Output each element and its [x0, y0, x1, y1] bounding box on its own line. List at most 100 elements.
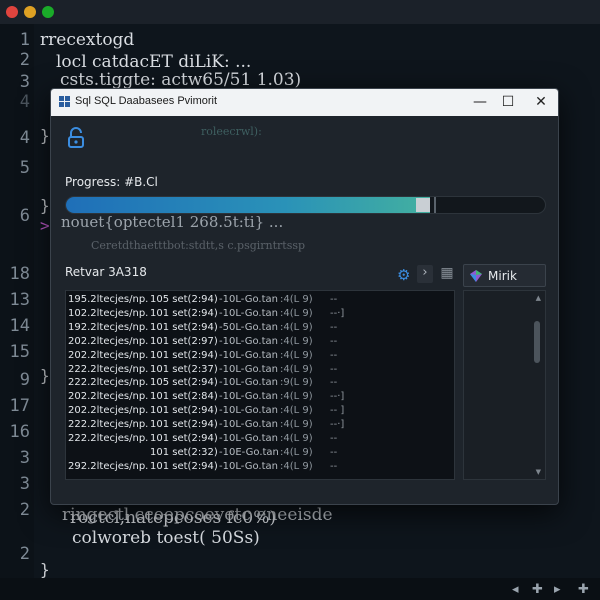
log-cell-c3: -10L-Go.tan — [219, 391, 278, 403]
log-cell-c4: :4(L 9) — [280, 307, 313, 319]
log-cell-c4: :4(L 9) — [280, 391, 313, 403]
code-brace: } — [40, 366, 50, 385]
log-cell-c5: -- — [330, 377, 338, 389]
results-log[interactable]: 195.2ltecjes/np. 105 set(2:94) -10L-Go.tan… — [65, 290, 455, 480]
chevron-right-icon[interactable]: › — [417, 265, 433, 283]
scrollbar-thumb[interactable] — [534, 321, 540, 363]
code-line: colworeb toest( 50Ss) — [72, 528, 260, 548]
log-cell-c1: 292.2ltecjes/np. — [68, 460, 149, 472]
log-cell-c1: 222.2ltecjes/np. — [68, 363, 149, 375]
ghost-text: roleecrwl): — [201, 125, 262, 138]
log-cell-c4: :4(L 9) — [280, 446, 313, 458]
mirik-label: Mirik — [488, 269, 517, 283]
log-cell-c1: 202.2ltecjes/np. — [68, 391, 149, 403]
code-brace: } — [40, 126, 50, 145]
maximize-window-dot[interactable] — [42, 6, 54, 18]
log-cell-c4: :4(L 9) — [280, 363, 313, 375]
mirik-selector[interactable]: Mirik — [463, 264, 546, 287]
line-number: 16 — [9, 422, 30, 442]
log-cell-c2: 101 set(2:94) — [150, 460, 218, 472]
log-cell-c3: -10L-Go.tan — [219, 460, 278, 472]
log-cell-c2: 105 set(2:94) — [150, 377, 218, 389]
log-cell-c2: 101 set(2:94) — [150, 307, 218, 319]
lock-icon[interactable] — [66, 127, 86, 149]
status-bar: ◂ ✚ ▸ ✚ — [0, 578, 600, 600]
log-cell-c4: :4(L 9) — [280, 419, 313, 431]
log-cell-c5: -- — [330, 349, 338, 361]
side-panel[interactable]: ▲ ▼ — [463, 290, 546, 480]
log-cell-c4: :4(L 9) — [280, 433, 313, 444]
log-cell-c5: --·] — [330, 391, 345, 403]
line-number: 18 — [9, 264, 30, 284]
log-cell-c5: -- — [330, 294, 338, 305]
line-number: 3 — [19, 72, 30, 92]
log-cell-c1: 102.2ltecjes/np. — [68, 307, 149, 319]
arrow-left-icon[interactable]: ◂ — [512, 582, 519, 597]
grid-icon[interactable]: ▦ — [438, 265, 456, 283]
log-cell-c5: -- — [330, 446, 338, 458]
gear-icon[interactable]: ⚙ — [397, 266, 410, 284]
line-number: 9 — [19, 370, 30, 390]
scroll-down-icon[interactable]: ▼ — [536, 468, 541, 476]
line-number: 3 — [19, 474, 30, 494]
code-line: roctcl,natepcoses fc0%) — [70, 508, 277, 528]
log-cell-c5: -- — [330, 460, 338, 472]
line-number: 15 — [9, 342, 30, 362]
sql-monitor-dialog: Sql SQL Daabasees Pvimorit — ☐ ✕ roleecr… — [50, 88, 559, 505]
line-number: 6 — [19, 206, 30, 226]
log-cell-c5: -- — [330, 433, 338, 444]
minimize-window-dot[interactable] — [24, 6, 36, 18]
code-brace: } — [40, 560, 50, 579]
progress-bar — [65, 196, 546, 214]
log-cell-c1: 202.2ltecjes/np. — [68, 349, 149, 361]
dialog-titlebar[interactable]: Sql SQL Daabasees Pvimorit — ☐ ✕ — [51, 89, 558, 116]
line-number: 14 — [9, 316, 30, 336]
log-cell-c3: -10L-Go.tan — [219, 419, 278, 431]
log-cell-c2: 101 set(2:94) — [150, 433, 218, 444]
log-cell-c2: 101 set(2:84) — [150, 391, 218, 403]
plus-icon[interactable]: ✚ — [532, 582, 543, 597]
log-cell-c3: -10E-Go.tan — [219, 446, 279, 458]
log-cell-c2: 101 set(2:37) — [150, 363, 218, 375]
log-cell-c1: 195.2ltecjes/np. — [68, 294, 149, 305]
minimize-button[interactable]: — — [469, 92, 491, 112]
line-number: 1 — [19, 30, 30, 50]
line-number: 17 — [9, 396, 30, 416]
line-number: 2 — [19, 500, 30, 520]
log-cell-c5: --·] — [330, 307, 345, 319]
close-button[interactable]: ✕ — [530, 92, 552, 112]
gem-icon — [470, 270, 482, 282]
log-cell-c5: -- — [330, 335, 338, 347]
log-cell-c3: -10L-Go.tan — [219, 433, 278, 444]
log-cell-c3: -10L-Go.tan — [219, 307, 278, 319]
close-window-dot[interactable] — [6, 6, 18, 18]
settings-icon[interactable]: ✚ — [578, 582, 589, 597]
log-cell-c3: -10L-Go.tan — [219, 363, 278, 375]
log-cell-c5: -- ] — [330, 405, 345, 417]
log-cell-c1: 192.2ltecjes/np. — [68, 321, 149, 333]
scroll-up-icon[interactable]: ▲ — [536, 294, 541, 302]
log-cell-c5: --·] — [330, 419, 345, 431]
progress-marker — [434, 197, 437, 213]
maximize-button[interactable]: ☐ — [497, 92, 519, 112]
log-cell-c2: 105 set(2:94) — [150, 294, 218, 305]
log-cell-c5: -- — [330, 321, 338, 333]
log-cell-c2: 101 set(2:32) — [150, 446, 218, 458]
results-label: Retvar 3A318 — [65, 265, 147, 279]
line-number: 13 — [9, 290, 30, 310]
log-cell-c4: :4(L 9) — [280, 294, 313, 305]
line-number: 5 — [19, 158, 30, 178]
log-cell-c4: :4(L 9) — [280, 335, 313, 347]
arrow-right-icon[interactable]: ▸ — [554, 582, 561, 597]
log-cell-c1: 222.2ltecjes/np. — [68, 377, 149, 389]
line-number: 2 — [19, 544, 30, 564]
log-cell-c2: 101 set(2:94) — [150, 321, 218, 333]
code-line: csts.tiggte: actw65/51 1.03) — [60, 70, 302, 90]
progress-label: Progress: #B.Cl — [65, 175, 158, 189]
dialog-title: Sql SQL Daabasees Pvimorit — [75, 95, 218, 107]
log-cell-c4: :4(L 9) — [280, 405, 313, 417]
log-cell-c4: :4(L 9) — [280, 460, 313, 472]
log-cell-c2: 101 set(2:97) — [150, 335, 218, 347]
log-cell-c4: :9(L 9) — [280, 377, 313, 389]
log-cell-c3: -10L-Go.tan — [219, 294, 278, 305]
